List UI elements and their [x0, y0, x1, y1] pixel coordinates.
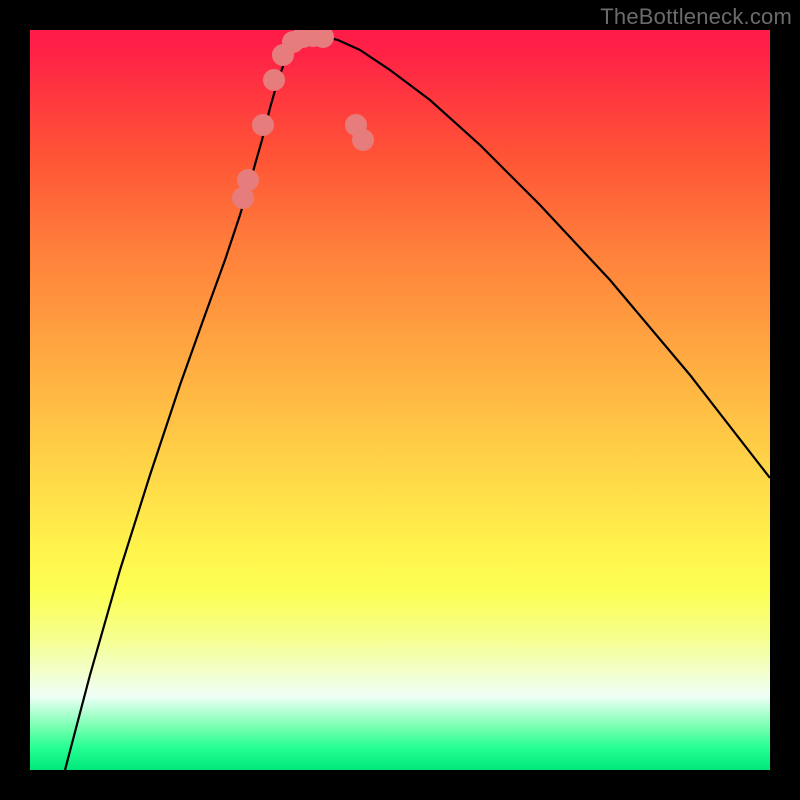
curve-marker [263, 69, 285, 91]
watermark-text: TheBottleneck.com [600, 4, 792, 30]
chart-container: TheBottleneck.com [0, 0, 800, 800]
plot-area [30, 30, 770, 770]
curve-layer [30, 30, 770, 770]
curve-marker [352, 129, 374, 151]
curve-marker [237, 169, 259, 191]
curve-marker [252, 114, 274, 136]
curve-markers [232, 30, 374, 209]
bottleneck-curve [65, 36, 770, 770]
